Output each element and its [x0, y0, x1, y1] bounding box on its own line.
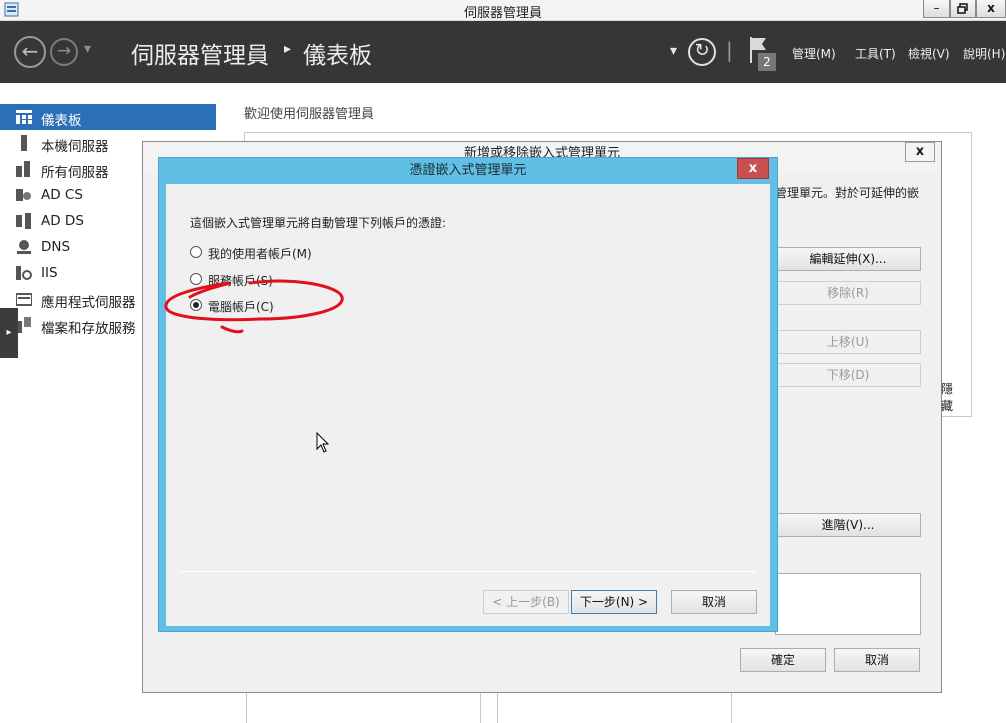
breadcrumb-separator-icon: ▸: [284, 41, 292, 57]
account-prompt: 這個嵌入式管理單元將自動管理下列帳戶的憑證:: [190, 216, 447, 230]
minimize-button[interactable]: –: [923, 0, 950, 18]
move-up-button[interactable]: 上移(U): [775, 330, 921, 354]
column-divider: [246, 690, 247, 723]
adds-icon: [16, 213, 31, 229]
radio-label: 我的使用者帳戶(M): [208, 247, 312, 261]
sidebar-item-label: 應用程式伺服器: [41, 295, 136, 311]
refresh-dropdown-icon[interactable]: ▾: [670, 43, 677, 59]
edit-extensions-button[interactable]: 編輯延伸(X)...: [775, 247, 921, 271]
ok-button[interactable]: 確定: [740, 648, 826, 672]
breadcrumb-root[interactable]: 伺服器管理員: [131, 36, 269, 70]
app-server-icon: [16, 293, 32, 306]
menu-help[interactable]: 說明(H): [963, 45, 1005, 62]
sidebar-item-label: 所有伺服器: [41, 165, 109, 181]
header-bar: ← → ▾ 伺服器管理員 ▸ 儀表板 ▾ ↻ | 2 管理(M) 工具(T) 檢…: [0, 21, 1006, 83]
header-divider: |: [726, 38, 733, 62]
page-title: 儀表板: [303, 43, 372, 69]
iis-icon: [16, 266, 32, 280]
sidebar-item-dashboard[interactable]: 儀表板: [0, 104, 216, 130]
back-button[interactable]: ←: [14, 36, 46, 68]
sidebar-item-label: 本機伺服器: [41, 139, 109, 155]
notification-count-badge: 2: [758, 53, 776, 71]
column-divider: [497, 690, 498, 723]
snapin-description: 管理單元。對於可延伸的嵌: [775, 186, 920, 200]
sidebar-item-label: 檔案和存放服務: [41, 321, 136, 337]
next-step-button[interactable]: 下一步(N) >: [571, 590, 657, 614]
menu-view[interactable]: 檢視(V): [908, 45, 950, 62]
description-box: [775, 573, 921, 635]
restore-icon: [957, 3, 968, 14]
refresh-button[interactable]: ↻: [688, 38, 716, 66]
close-window-button[interactable]: x: [976, 0, 1006, 18]
hide-label: 隱藏: [941, 382, 954, 413]
sidebar-collapse-toggle[interactable]: ▸: [0, 308, 18, 358]
servers-icon: [16, 161, 30, 177]
mouse-cursor-icon: [316, 432, 330, 453]
sidebar-item-label: IIS: [41, 265, 58, 281]
history-dropdown-icon[interactable]: ▾: [84, 41, 91, 57]
radio-circle[interactable]: [190, 246, 202, 258]
sidebar-item-label: 儀表板: [41, 113, 82, 129]
dialog-title: 憑證嵌入式管理單元: [409, 163, 527, 178]
adcs-icon: [16, 189, 31, 201]
cred-close-button[interactable]: x: [737, 158, 769, 179]
remove-button[interactable]: 移除(R): [775, 281, 921, 305]
file-storage-icon: [16, 317, 31, 333]
snapin-cancel-button[interactable]: 取消: [834, 648, 920, 672]
welcome-heading: 歡迎使用伺服器管理員: [244, 107, 375, 122]
window-title: 伺服器管理員: [463, 6, 542, 21]
sidebar-item-label: AD CS: [41, 187, 83, 203]
menu-tools[interactable]: 工具(T): [855, 45, 896, 62]
sidebar-item-label: AD DS: [41, 213, 84, 229]
column-divider: [731, 690, 732, 723]
dialog-body: 這個嵌入式管理單元將自動管理下列帳戶的憑證: 我的使用者帳戶(M) 服務帳戶(S…: [166, 184, 770, 626]
certificates-snapin-dialog: 憑證嵌入式管理單元 x 這個嵌入式管理單元將自動管理下列帳戶的憑證: 我的使用者…: [158, 157, 778, 632]
sidebar-item-label: DNS: [41, 239, 71, 255]
snapin-close-button[interactable]: x: [905, 142, 935, 162]
notifications-button[interactable]: 2: [746, 35, 778, 71]
dns-icon: [17, 240, 31, 254]
menu-manage[interactable]: 管理(M): [792, 45, 836, 62]
maximize-button[interactable]: [950, 0, 976, 18]
dialog-separator: [179, 571, 756, 572]
back-step-button[interactable]: < 上一步(B): [483, 590, 569, 614]
forward-button[interactable]: →: [50, 38, 78, 66]
window-title-bar: 伺服器管理員 – x: [0, 0, 1006, 21]
column-divider: [480, 690, 481, 723]
red-annotation-circle: [164, 279, 344, 334]
move-down-button[interactable]: 下移(D): [775, 363, 921, 387]
advanced-button[interactable]: 進階(V)...: [775, 513, 921, 537]
cred-cancel-button[interactable]: 取消: [671, 590, 757, 614]
server-icon: [21, 135, 27, 151]
dashboard-icon: [16, 110, 32, 124]
